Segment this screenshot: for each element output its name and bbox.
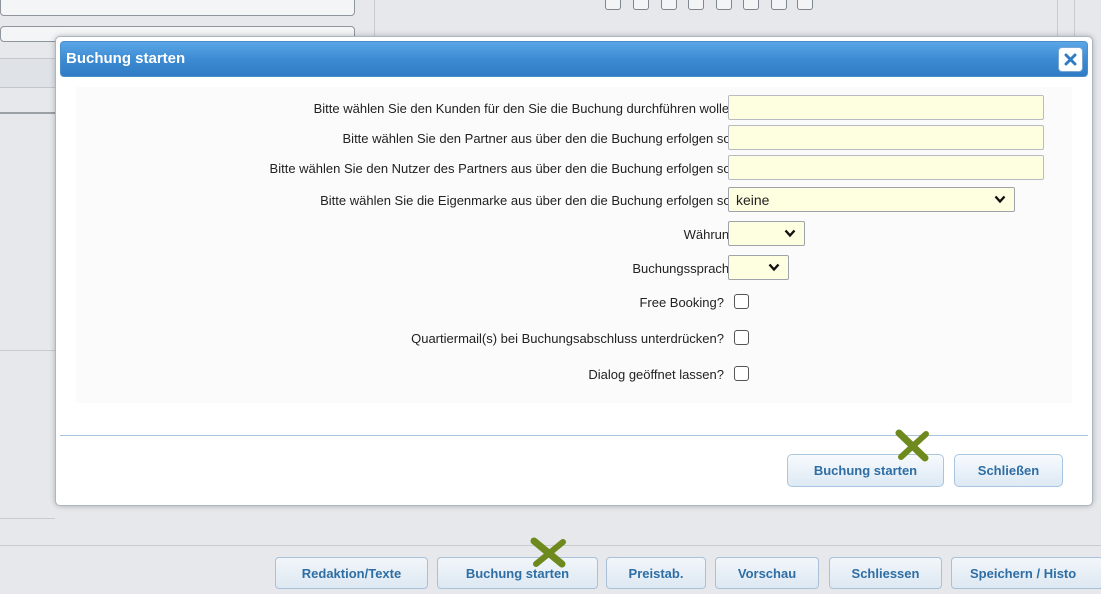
background-column-line <box>1074 0 1075 36</box>
dialog-close-button[interactable] <box>1058 47 1083 72</box>
free-booking-row: Free Booking? <box>76 289 1072 315</box>
sprache-select[interactable] <box>728 255 789 280</box>
kunde-input[interactable] <box>728 95 1044 120</box>
dialog-start-booking-button[interactable]: Buchung starten <box>787 454 944 487</box>
eigenmarke-select[interactable]: keine <box>728 187 1015 212</box>
partner-label: Bitte wählen Sie den Partner aus über de… <box>342 131 740 146</box>
background-tab-strip <box>0 58 57 88</box>
dialog-button-separator <box>60 435 1088 436</box>
toolbar-speichern-button[interactable]: Speichern / Histo <box>951 557 1101 589</box>
dialog-close-text-button[interactable]: Schließen <box>954 454 1063 487</box>
background-divider <box>0 112 55 114</box>
sprache-label: Buchungssprache: <box>632 261 740 276</box>
waehrung-select[interactable] <box>728 221 805 246</box>
background-checkbox <box>771 0 787 10</box>
toolbar-schliessen-button[interactable]: Schliessen <box>829 557 942 589</box>
sprache-row: Buchungssprache: <box>76 255 1072 281</box>
background-checkbox <box>605 0 621 10</box>
dialog-offen-checkbox[interactable] <box>734 366 749 381</box>
background-column-line <box>374 0 375 36</box>
background-field-1 <box>0 0 355 16</box>
background-divider <box>0 350 55 351</box>
free-booking-checkbox[interactable] <box>734 294 749 309</box>
background-column-line <box>1057 0 1058 36</box>
quartiermail-checkbox[interactable] <box>734 330 749 345</box>
waehrung-label: Währung: <box>683 227 740 242</box>
background-checkbox <box>633 0 649 10</box>
eigenmarke-selected-value: keine <box>736 191 770 208</box>
chevron-down-icon <box>784 229 796 238</box>
quartiermail-label: Quartiermail(s) bei Buchungsabschluss un… <box>411 331 724 346</box>
partner-input[interactable] <box>728 125 1044 150</box>
close-x-icon <box>1064 53 1077 66</box>
eigenmarke-row: Bitte wählen Sie die Eigenmarke aus über… <box>76 187 1072 213</box>
nutzer-label: Bitte wählen Sie den Nutzer des Partners… <box>269 161 740 176</box>
nutzer-input[interactable] <box>728 155 1044 180</box>
kunde-label: Bitte wählen Sie den Kunden für den Sie … <box>313 101 740 116</box>
background-checkbox <box>797 0 813 10</box>
partner-row: Bitte wählen Sie den Partner aus über de… <box>76 125 1072 151</box>
nutzer-row: Bitte wählen Sie den Nutzer des Partners… <box>76 155 1072 181</box>
dialog-title: Buchung starten <box>66 50 186 67</box>
background-checkbox <box>743 0 759 10</box>
chevron-down-icon <box>994 195 1006 204</box>
toolbar-redaktion-button[interactable]: Redaktion/Texte <box>275 557 428 589</box>
toolbar-vorschau-button[interactable]: Vorschau <box>715 557 819 589</box>
background-checkbox <box>688 0 704 10</box>
dialog-form: Bitte wählen Sie den Kunden für den Sie … <box>76 87 1072 403</box>
free-booking-label: Free Booking? <box>639 295 724 310</box>
toolbar-preistab-button[interactable]: Preistab. <box>606 557 706 589</box>
dialog-offen-label: Dialog geöffnet lassen? <box>588 367 724 382</box>
eigenmarke-label: Bitte wählen Sie die Eigenmarke aus über… <box>320 193 740 208</box>
kunde-row: Bitte wählen Sie den Kunden für den Sie … <box>76 95 1072 121</box>
waehrung-row: Währung: <box>76 221 1072 247</box>
background-checkbox <box>661 0 677 10</box>
background-checkbox <box>716 0 732 10</box>
toolbar-buchung-starten-button[interactable]: Buchung starten <box>437 557 598 589</box>
dialog-titlebar[interactable]: Buchung starten <box>60 41 1088 77</box>
booking-dialog: Buchung starten Bitte wählen Sie den Kun… <box>55 36 1093 506</box>
quartiermail-row: Quartiermail(s) bei Buchungsabschluss un… <box>76 325 1072 351</box>
chevron-down-icon <box>768 263 780 272</box>
background-divider <box>0 518 55 519</box>
dialog-offen-row: Dialog geöffnet lassen? <box>76 361 1072 387</box>
